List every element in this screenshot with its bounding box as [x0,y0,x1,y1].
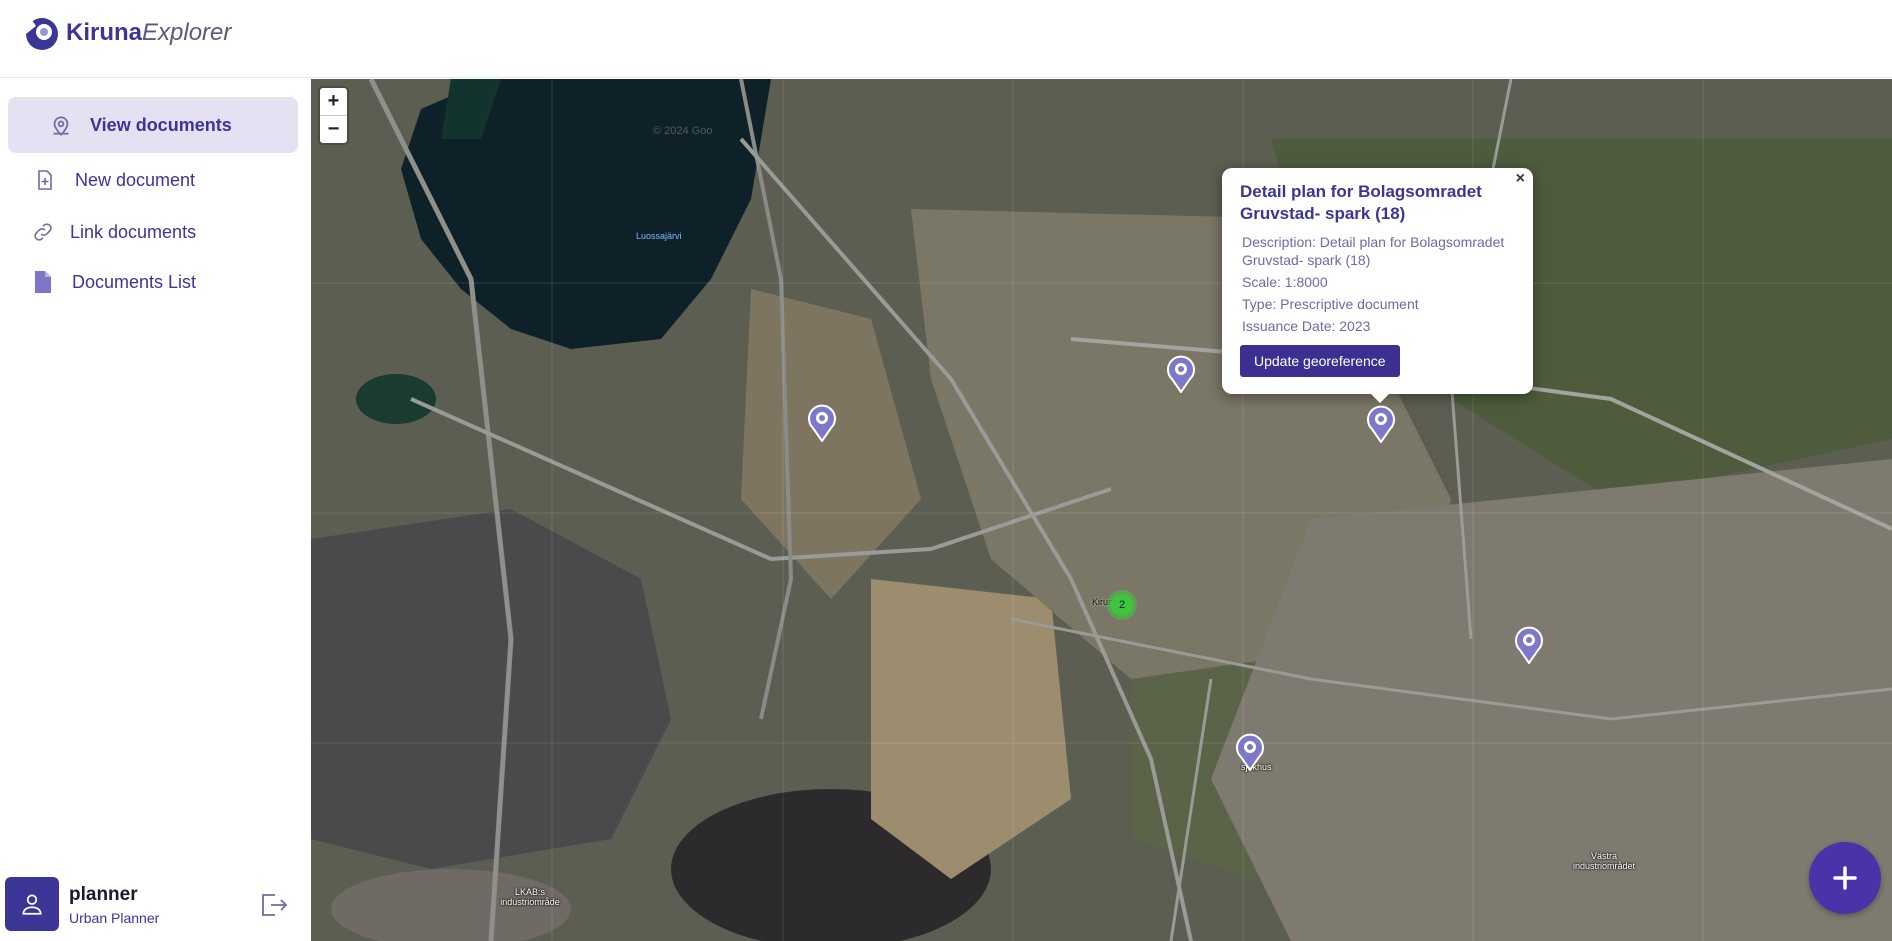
zoom-out-button[interactable]: − [320,115,347,143]
close-icon[interactable]: × [1516,170,1525,188]
document-pin-icon[interactable] [1366,405,1396,444]
logout-icon[interactable] [259,892,289,923]
update-georeference-button[interactable]: Update georeference [1240,345,1400,377]
satellite-imagery [311,79,1892,941]
map-label-industry-east: Västra industriområdet [1572,851,1636,871]
zoom-in-button[interactable]: + [320,88,347,115]
user-icon[interactable] [5,877,59,931]
map-label-industry-west: LKAB:s industriområde [500,887,560,907]
user-name: planner [69,884,138,905]
zoom-control: + − [320,88,347,143]
file-plus-icon [30,165,60,195]
map-copyright: © 2024 Goo [653,125,713,137]
popup-type: Type: Prescriptive document [1242,296,1419,312]
app-header: KirunaExplorer [0,0,1892,78]
document-pin-icon[interactable] [1514,626,1544,665]
document-pin-icon[interactable] [807,404,837,443]
map-view[interactable]: Luossajärvi © 2024 Goo Kiruna sjukhus LK… [311,79,1892,941]
sidebar-item-documents-list[interactable]: Documents List [8,254,298,310]
document-pin-icon[interactable] [1235,733,1265,772]
app-logo[interactable]: KirunaExplorer [22,14,231,52]
document-popup: × Detail plan for Bolagsomradet Gruvstad… [1222,168,1533,403]
user-role: Urban Planner [69,910,160,926]
sidebar: View documents New document Link documen… [0,79,310,941]
marker-cluster[interactable]: 2 [1107,590,1137,620]
popup-title: Detail plan for Bolagsomradet Gruvstad- … [1240,182,1482,223]
map-pin-icon [46,110,76,140]
sidebar-item-new-document[interactable]: New document [8,152,298,208]
map-label-lake: Luossajärvi [636,231,682,241]
user-profile: planner Urban Planner [5,877,305,933]
document-pin-icon[interactable] [1166,355,1196,394]
sidebar-item-view-documents[interactable]: View documents [8,97,298,153]
app-title: KirunaExplorer [66,19,232,46]
kiruna-logo-icon [25,18,58,50]
popup-issuance-date: Issuance Date: 2023 [1242,318,1371,334]
link-icon [28,217,58,247]
popup-description: Description: Detail plan for Bolagsomrad… [1242,234,1505,268]
sidebar-item-link-documents[interactable]: Link documents [8,204,298,260]
popup-scale: Scale: 1:8000 [1242,274,1328,290]
sidebar-item-label: View documents [90,114,232,135]
cluster-count: 2 [1111,594,1133,616]
add-document-button[interactable] [1809,842,1881,914]
sidebar-item-label: Documents List [72,271,197,292]
sidebar-item-label: New document [75,169,196,190]
document-icon [28,267,58,297]
plus-icon [1833,866,1857,890]
sidebar-item-label: Link documents [70,221,197,242]
